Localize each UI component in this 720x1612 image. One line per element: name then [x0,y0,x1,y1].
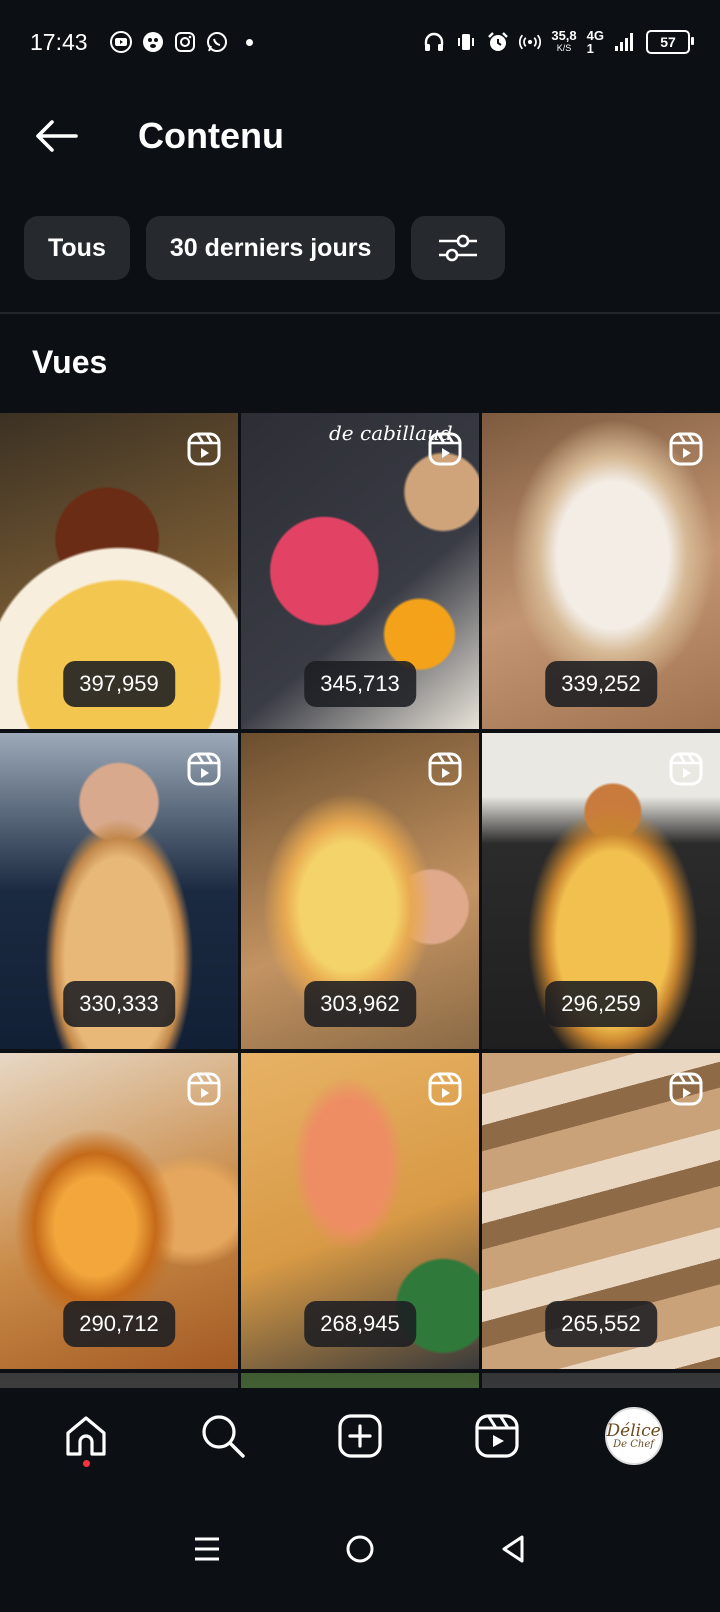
reel-tile[interactable]: de cabillaud 345,713 [241,413,479,729]
clock: 17:43 [30,28,88,55]
reel-tile[interactable]: 339,252 [482,413,720,729]
status-bar: 17:43 35,8 K/S 4G 1 57 [0,0,720,84]
search-icon [202,1415,245,1458]
view-count: 265,552 [545,1301,657,1347]
reels-icon [669,752,703,786]
reels-icon [187,752,221,786]
hotspot-icon [519,31,542,53]
reel-tile[interactable]: 303,962 [241,733,479,1049]
view-count: 303,962 [304,981,416,1027]
sliders-icon [439,234,478,262]
view-count: 345,713 [304,661,416,707]
content-grid: 397,959 de cabillaud 345,713 339,252 330… [0,413,720,1429]
youtube-icon [109,31,132,53]
status-bar-left: 17:43 [30,29,253,56]
notification-dot [245,38,253,46]
reel-tile[interactable]: 296,259 [482,733,720,1049]
home-system-button[interactable] [330,1519,390,1579]
reel-tile[interactable]: 268,945 [241,1053,479,1369]
instagram-icon [174,31,196,53]
create-icon [338,1414,382,1458]
status-bar-right: 35,8 K/S 4G 1 57 [423,29,694,55]
network-speed: 35,8 K/S [551,29,576,55]
divider [0,312,720,314]
network-speed-unit: K/S [556,43,572,53]
avatar-subtext: De Chef [613,1438,654,1450]
bottom-nav: Délice De Chef [0,1388,720,1484]
back-button[interactable] [26,106,86,166]
reel-tile[interactable]: 330,333 [0,733,238,1049]
view-count: 339,252 [545,661,657,707]
system-nav-bar [0,1486,720,1612]
whatsapp-icon [206,31,228,53]
pawprint-app-icon [142,31,164,53]
avatar-text: Délice [606,1420,661,1441]
recents-icon [194,1537,219,1561]
notification-dot [83,1460,91,1467]
nav-create-button[interactable] [325,1401,395,1471]
nav-home-button[interactable] [51,1401,121,1471]
reels-icon [187,432,221,466]
alarm-icon [487,31,509,53]
page-title: Contenu [138,115,284,156]
reels-icon [428,1072,462,1106]
reel-tile[interactable]: 290,712 [0,1053,238,1369]
home-icon [66,1416,106,1456]
battery-icon: 57 [646,30,694,54]
arrow-left-icon [36,120,78,152]
recents-button[interactable] [177,1519,237,1579]
filter-all-chip[interactable]: Tous [24,216,130,280]
reels-icon [669,432,703,466]
back-system-button[interactable] [483,1519,543,1579]
network-sim-label: 1 [586,41,594,56]
signal-icon [614,31,636,53]
view-count: 296,259 [545,981,657,1027]
network-speed-value: 35,8 [551,28,577,43]
view-count: 397,959 [63,661,175,707]
filter-period-chip[interactable]: 30 derniers jours [145,216,396,280]
reels-icon [428,432,462,466]
nav-profile-button[interactable]: Délice De Chef [599,1401,669,1471]
reels-icon [669,1072,703,1106]
view-count: 330,333 [63,981,175,1027]
back-triangle-icon [502,1535,524,1563]
reel-tile[interactable]: 265,552 [482,1053,720,1369]
section-title-views: Vues [32,344,108,380]
home-circle-icon [346,1535,374,1563]
nav-reels-button[interactable] [462,1401,532,1471]
view-count: 290,712 [63,1301,175,1347]
nav-search-button[interactable] [188,1401,258,1471]
view-count: 268,945 [304,1301,416,1347]
filter-settings-button[interactable] [411,216,506,280]
reels-icon [428,752,462,786]
reels-icon [475,1414,519,1458]
profile-avatar: Délice De Chef [604,1407,663,1465]
reel-tile[interactable]: 397,959 [0,413,238,729]
header: Contenu [0,96,720,176]
reels-icon [187,1072,221,1106]
vibrate-icon [455,31,477,53]
filter-bar: Tous 30 derniers jours [24,216,506,280]
network-type: 4G 1 [587,29,604,55]
headphones-icon [423,31,445,53]
